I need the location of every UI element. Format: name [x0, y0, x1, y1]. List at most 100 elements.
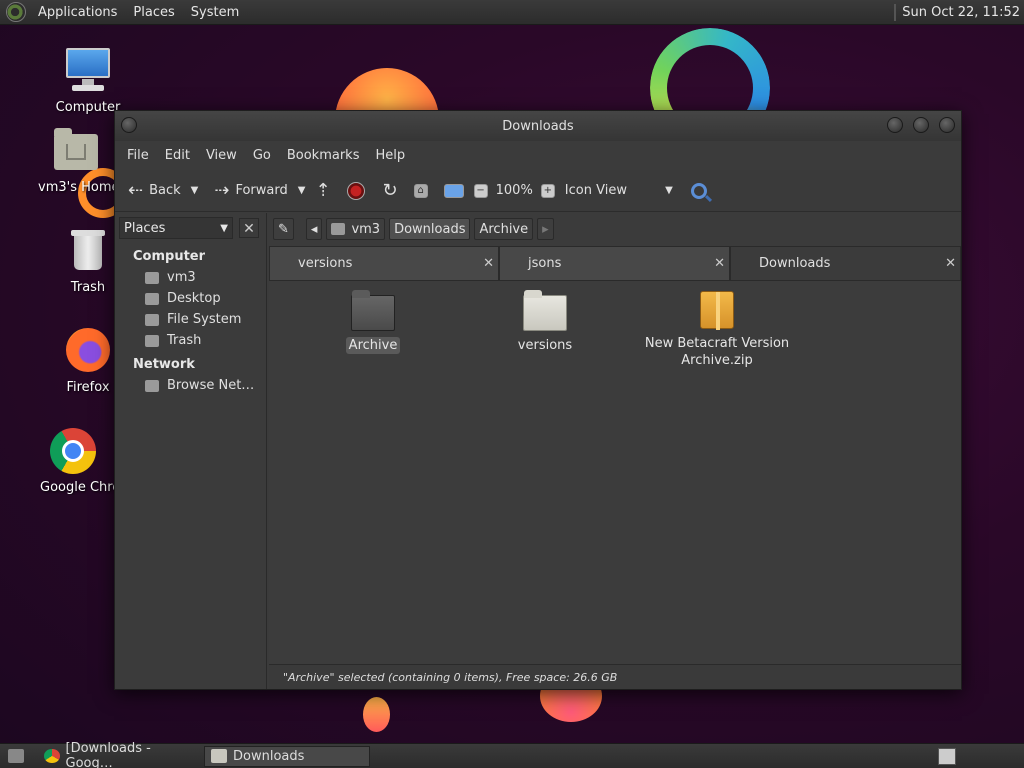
desktop-chrome[interactable]: Google Chrome [30, 426, 114, 495]
chrome-icon [44, 749, 60, 763]
window-titlebar[interactable]: Downloads [115, 111, 961, 141]
search-button[interactable] [686, 175, 712, 207]
sidebar-item-desktop[interactable]: Desktop [115, 288, 266, 309]
menu-help[interactable]: Help [367, 148, 413, 163]
file-item-archive[interactable]: Archive [293, 290, 453, 354]
file-item-zip[interactable]: New Betacraft Version Archive.zip [617, 291, 817, 369]
path-bar: ✎ ◂ vm3 Downloads Archive ▸ [269, 213, 961, 245]
menu-file[interactable]: File [119, 148, 157, 163]
up-arrow-icon: ⇡ [315, 180, 331, 201]
sidebar-item-trash[interactable]: Trash [115, 330, 266, 351]
path-scroll-left[interactable]: ◂ [305, 218, 323, 240]
zoom-in-button[interactable]: + [536, 175, 560, 207]
view-mode-select[interactable]: Icon View ▼ [560, 175, 678, 207]
minimize-button[interactable] [887, 117, 903, 133]
tab-downloads[interactable]: Downloads ✕ [730, 246, 961, 280]
system-menu[interactable]: System [183, 5, 247, 20]
toolbar: ⇠ Back ▼ ⇢ Forward ▼ ⇡ ↻ ⌂ − 100% + Icon… [115, 170, 961, 212]
sidebar-item-vm3[interactable]: vm3 [115, 267, 266, 288]
path-crumb-vm3[interactable]: vm3 [326, 218, 386, 240]
path-crumb-downloads[interactable]: Downloads [389, 218, 471, 240]
file-item-versions[interactable]: versions [465, 290, 625, 354]
desktop-home-label: vm3's Home [38, 180, 114, 195]
forward-history-dropdown-icon[interactable]: ▼ [298, 185, 306, 196]
desktop-chrome-label: Google Chrome [40, 480, 114, 495]
tab-bar: versions ✕ jsons ✕ Downloads ✕ [269, 246, 961, 280]
location-entry-toggle[interactable]: ✎ [273, 218, 294, 240]
file-item-label: New Betacraft Version Archive.zip [644, 336, 790, 368]
bottom-panel: [Downloads - Goog… Downloads [0, 741, 1024, 768]
file-item-label: versions [517, 338, 573, 353]
places-menu[interactable]: Places [125, 5, 182, 20]
up-button[interactable]: ⇡ [310, 175, 341, 207]
close-icon[interactable]: ✕ [714, 256, 725, 271]
menu-bookmarks[interactable]: Bookmarks [279, 148, 368, 163]
distro-logo-icon[interactable] [6, 2, 26, 22]
file-view[interactable]: Archive versions New Betacraft Version A… [269, 280, 961, 664]
trash-icon [64, 226, 112, 274]
stop-button[interactable] [342, 175, 370, 207]
show-desktop-icon[interactable] [8, 749, 24, 763]
zoom-out-button[interactable]: − [469, 175, 493, 207]
sidebar-close-button[interactable]: ✕ [239, 218, 259, 238]
clock[interactable]: Sun Oct 22, 11:52 [902, 5, 1024, 20]
chevron-left-icon: ◂ [310, 221, 318, 237]
reload-button[interactable]: ↻ [378, 175, 409, 207]
window-title: Downloads [502, 118, 574, 134]
crumb-label: vm3 [351, 221, 381, 237]
path-crumb-archive[interactable]: Archive [474, 218, 534, 240]
sidebar-item-label: vm3 [167, 270, 196, 285]
zoom-out-icon: − [473, 183, 488, 198]
home-folder-icon [52, 126, 100, 174]
sidebar-item-label: Desktop [167, 291, 221, 306]
close-icon[interactable]: ✕ [483, 256, 494, 271]
tab-label: Downloads [759, 256, 831, 271]
stop-icon [346, 181, 365, 200]
chevron-down-icon: ▼ [220, 222, 228, 234]
close-button[interactable] [939, 117, 955, 133]
taskbar-item-chrome[interactable]: [Downloads - Goog… [38, 741, 204, 768]
crumb-label: Downloads [394, 221, 466, 237]
applications-menu[interactable]: Applications [30, 5, 125, 20]
menubar: File Edit View Go Bookmarks Help [115, 141, 961, 170]
chevron-down-icon: ▼ [665, 185, 673, 196]
tab-versions[interactable]: versions ✕ [269, 246, 499, 280]
folder-icon [211, 749, 227, 763]
zoom-in-icon: + [540, 183, 555, 198]
sidebar-item-browse-network[interactable]: Browse Net… [115, 375, 266, 396]
forward-label: Forward [235, 183, 288, 198]
desktop-home[interactable]: vm3's Home [38, 126, 114, 195]
sidebar-item-label: Trash [167, 333, 202, 348]
menu-go[interactable]: Go [245, 148, 279, 163]
taskbar-item-label: Downloads [233, 748, 305, 764]
edit-icon: ✎ [278, 221, 289, 237]
workspace-switcher[interactable] [938, 748, 956, 765]
folder-icon [523, 290, 567, 331]
sidebar-section-network: Network [133, 357, 195, 372]
close-icon[interactable]: ✕ [945, 256, 956, 271]
search-icon [690, 182, 707, 199]
folder-icon [351, 290, 395, 331]
maximize-button[interactable] [913, 117, 929, 133]
desktop-icon [145, 292, 159, 305]
computer-icon [64, 46, 112, 94]
home-button[interactable]: ⌂ [409, 175, 433, 207]
computer-button[interactable] [439, 175, 469, 207]
taskbar-item-label: [Downloads - Goog… [65, 741, 151, 768]
sidebar-item-file-system[interactable]: File System [115, 309, 266, 330]
path-scroll-right[interactable]: ▸ [537, 218, 554, 240]
back-history-dropdown-icon[interactable]: ▼ [191, 185, 199, 196]
tab-jsons[interactable]: jsons ✕ [499, 246, 730, 280]
sidebar-item-label: Browse Net… [167, 378, 255, 393]
desktop-computer[interactable]: Computer [38, 46, 138, 115]
trash-icon [145, 334, 159, 347]
menu-edit[interactable]: Edit [157, 148, 198, 163]
sidebar-mode-select[interactable]: Places ▼ [119, 217, 233, 239]
taskbar-item-downloads[interactable]: Downloads [204, 745, 370, 767]
forward-arrow-icon: ⇢ [214, 180, 230, 201]
sidebar-section-computer: Computer [133, 249, 206, 264]
forward-button[interactable]: ⇢ Forward ▼ [209, 175, 310, 207]
menu-view[interactable]: View [198, 148, 245, 163]
back-button[interactable]: ⇠ Back ▼ [123, 175, 203, 207]
zoom-level: 100% [495, 183, 533, 198]
